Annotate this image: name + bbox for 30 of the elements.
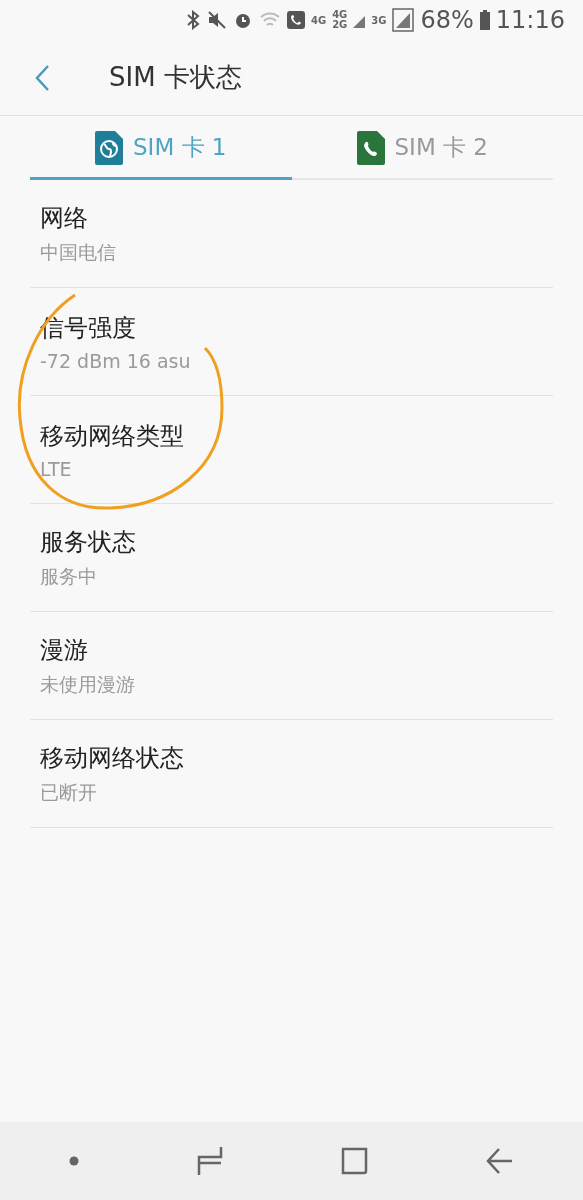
signal-icon: [392, 8, 415, 32]
network-label: 4G: [332, 10, 348, 20]
setting-value: 服务中: [40, 563, 98, 589]
clock: 11:16: [495, 6, 565, 34]
sim-phone-icon: [356, 130, 385, 165]
setting-value: 中国电信: [40, 239, 117, 265]
sim-tab[interactable]: SIM 卡 1: [30, 118, 292, 180]
battery-icon: [479, 10, 490, 30]
recent-apps-button[interactable]: [196, 1146, 223, 1176]
setting-value: -72 dBm 16 asu: [40, 349, 192, 372]
battery-percentage: 68%: [420, 6, 474, 34]
page-title: SIM 卡状态: [109, 61, 242, 94]
setting-title: 漫游: [40, 634, 89, 666]
network-label: 3G: [371, 14, 387, 26]
dot-icon: [68, 1156, 79, 1166]
sim-globe-icon: [95, 130, 123, 165]
call-icon: [286, 11, 305, 29]
setting-value: 未使用漫游: [40, 671, 136, 697]
network-label: 4G: [310, 14, 327, 26]
sim-tab[interactable]: SIM 卡 2: [291, 118, 553, 180]
setting-title: 移动网络状态: [40, 742, 185, 774]
network-label: 2G: [332, 20, 348, 30]
back-nav-button[interactable]: [486, 1147, 515, 1175]
setting-value: 已断开: [40, 779, 98, 805]
mute-icon: [206, 10, 227, 30]
setting-title: 服务状态: [40, 526, 137, 558]
setting-title: 网络: [40, 202, 89, 234]
setting-value: LTE: [40, 457, 73, 480]
setting-title: 移动网络类型: [40, 420, 185, 452]
home-button[interactable]: [340, 1147, 369, 1175]
